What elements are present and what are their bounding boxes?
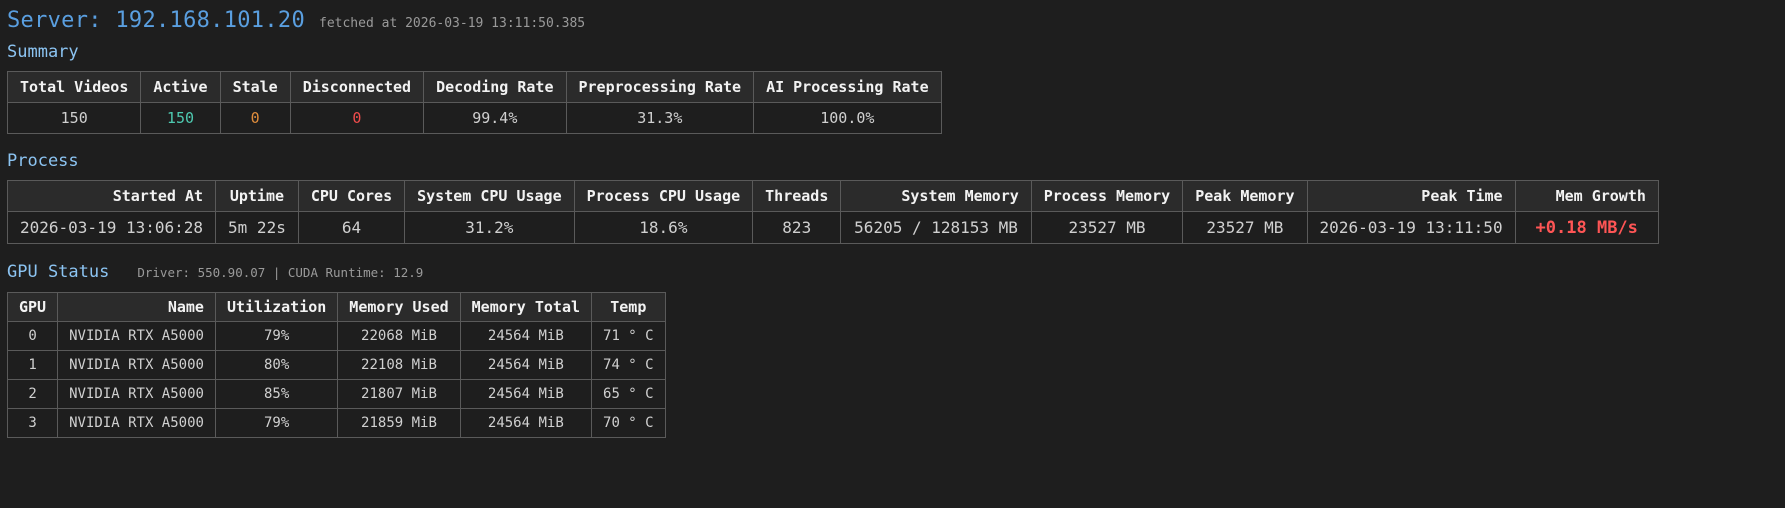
process-header-mem-growth: Mem Growth — [1514, 180, 1659, 212]
process-header-threads: Threads — [752, 180, 842, 212]
gpu-temp: 71 ° C — [591, 321, 666, 351]
fetched-timestamp: fetched at 2026-03-19 13:11:50.385 — [319, 16, 586, 31]
gpu-header-row: GPU Name Utilization Memory Used Memory … — [6, 292, 666, 322]
gpu-header-gpu: GPU — [6, 292, 59, 322]
process-system-memory: 56205 / 128153 MB — [840, 211, 1032, 244]
gpu-name: NVIDIA RTX A5000 — [57, 350, 216, 380]
gpu-temp: 70 ° C — [591, 408, 666, 438]
process-table: Started At Uptime CPU Cores System CPU U… — [6, 180, 1659, 244]
process-uptime: 5m 22s — [215, 211, 299, 244]
gpu-header-utilization: Utilization — [214, 292, 339, 322]
gpu-header-temp: Temp — [591, 292, 666, 322]
gpu-memory-used: 22108 MiB — [337, 350, 461, 380]
process-process-cpu-usage: 18.6% — [573, 211, 754, 244]
summary-header-disconnected: Disconnected — [289, 71, 425, 103]
process-header-system-cpu-usage: System CPU Usage — [404, 180, 575, 212]
gpu-utilization: 79% — [214, 321, 339, 351]
process-header-peak-time: Peak Time — [1306, 180, 1516, 212]
process-header-uptime: Uptime — [215, 180, 299, 212]
summary-header-active: Active — [140, 71, 221, 103]
gpu-memory-total: 24564 MiB — [459, 321, 593, 351]
process-header-cpu-cores: CPU Cores — [297, 180, 406, 212]
gpu-utilization: 85% — [214, 379, 339, 409]
process-mem-growth: +0.18 MB/s — [1514, 211, 1659, 244]
gpu-utilization: 79% — [214, 408, 339, 438]
process-peak-memory: 23527 MB — [1182, 211, 1308, 244]
summary-header-row: Total Videos Active Stale Disconnected D… — [6, 71, 942, 103]
server-title: Server: 192.168.101.20 — [7, 8, 305, 33]
gpu-row: 2 NVIDIA RTX A5000 85% 21807 MiB 24564 M… — [6, 379, 666, 409]
gpu-section-title: GPU Status — [7, 262, 110, 282]
gpu-index: 2 — [6, 379, 59, 409]
gpu-row: 0 NVIDIA RTX A5000 79% 22068 MiB 24564 M… — [6, 321, 666, 351]
process-header-process-cpu-usage: Process CPU Usage — [573, 180, 754, 212]
gpu-table: GPU Name Utilization Memory Used Memory … — [6, 292, 666, 438]
gpu-index: 3 — [6, 408, 59, 438]
gpu-section-header: GPU Status Driver: 550.90.07 | CUDA Runt… — [7, 262, 1778, 282]
gpu-row: 3 NVIDIA RTX A5000 79% 21859 MiB 24564 M… — [6, 408, 666, 438]
gpu-name: NVIDIA RTX A5000 — [57, 408, 216, 438]
summary-ai-processing-rate: 100.0% — [753, 102, 942, 134]
summary-preprocessing-rate: 31.3% — [565, 102, 755, 134]
gpu-header-memory-used: Memory Used — [337, 292, 461, 322]
server-header: Server: 192.168.101.20 fetched at 2026-0… — [7, 8, 1778, 36]
process-header-process-memory: Process Memory — [1030, 180, 1184, 212]
summary-section-title: Summary — [7, 42, 79, 62]
dashboard: Server: 192.168.101.20 fetched at 2026-0… — [0, 0, 1785, 438]
summary-table: Total Videos Active Stale Disconnected D… — [6, 71, 942, 134]
process-cpu-cores: 64 — [297, 211, 406, 244]
gpu-temp: 65 ° C — [591, 379, 666, 409]
gpu-driver-info: Driver: 550.90.07 | CUDA Runtime: 12.9 — [137, 265, 424, 280]
summary-stale: 0 — [219, 102, 291, 134]
process-value-row: 2026-03-19 13:06:28 5m 22s 64 31.2% 18.6… — [6, 211, 1659, 244]
summary-header-preprocessing-rate: Preprocessing Rate — [565, 71, 755, 103]
gpu-memory-used: 21807 MiB — [337, 379, 461, 409]
summary-header-ai-processing-rate: AI Processing Rate — [753, 71, 942, 103]
gpu-memory-total: 24564 MiB — [459, 379, 593, 409]
gpu-name: NVIDIA RTX A5000 — [57, 379, 216, 409]
summary-header-decoding-rate: Decoding Rate — [423, 71, 567, 103]
process-header-peak-memory: Peak Memory — [1182, 180, 1308, 212]
process-header-row: Started At Uptime CPU Cores System CPU U… — [6, 180, 1659, 212]
gpu-utilization: 80% — [214, 350, 339, 380]
gpu-header-memory-total: Memory Total — [459, 292, 593, 322]
gpu-memory-used: 22068 MiB — [337, 321, 461, 351]
gpu-memory-total: 24564 MiB — [459, 408, 593, 438]
summary-total-videos: 150 — [6, 102, 142, 134]
gpu-index: 1 — [6, 350, 59, 380]
summary-active: 150 — [140, 102, 221, 134]
process-started-at: 2026-03-19 13:06:28 — [6, 211, 217, 244]
process-section-title: Process — [7, 151, 79, 171]
gpu-index: 0 — [6, 321, 59, 351]
summary-disconnected: 0 — [289, 102, 425, 134]
summary-header-stale: Stale — [219, 71, 291, 103]
process-system-cpu-usage: 31.2% — [404, 211, 575, 244]
process-header-started-at: Started At — [6, 180, 217, 212]
process-threads: 823 — [752, 211, 842, 244]
gpu-memory-used: 21859 MiB — [337, 408, 461, 438]
process-peak-time: 2026-03-19 13:11:50 — [1306, 211, 1516, 244]
summary-value-row: 150 150 0 0 99.4% 31.3% 100.0% — [6, 102, 942, 134]
summary-decoding-rate: 99.4% — [423, 102, 567, 134]
summary-header-total-videos: Total Videos — [6, 71, 142, 103]
gpu-row: 1 NVIDIA RTX A5000 80% 22108 MiB 24564 M… — [6, 350, 666, 380]
gpu-name: NVIDIA RTX A5000 — [57, 321, 216, 351]
gpu-memory-total: 24564 MiB — [459, 350, 593, 380]
process-header-system-memory: System Memory — [840, 180, 1032, 212]
gpu-temp: 74 ° C — [591, 350, 666, 380]
gpu-header-name: Name — [57, 292, 216, 322]
process-process-memory: 23527 MB — [1030, 211, 1184, 244]
